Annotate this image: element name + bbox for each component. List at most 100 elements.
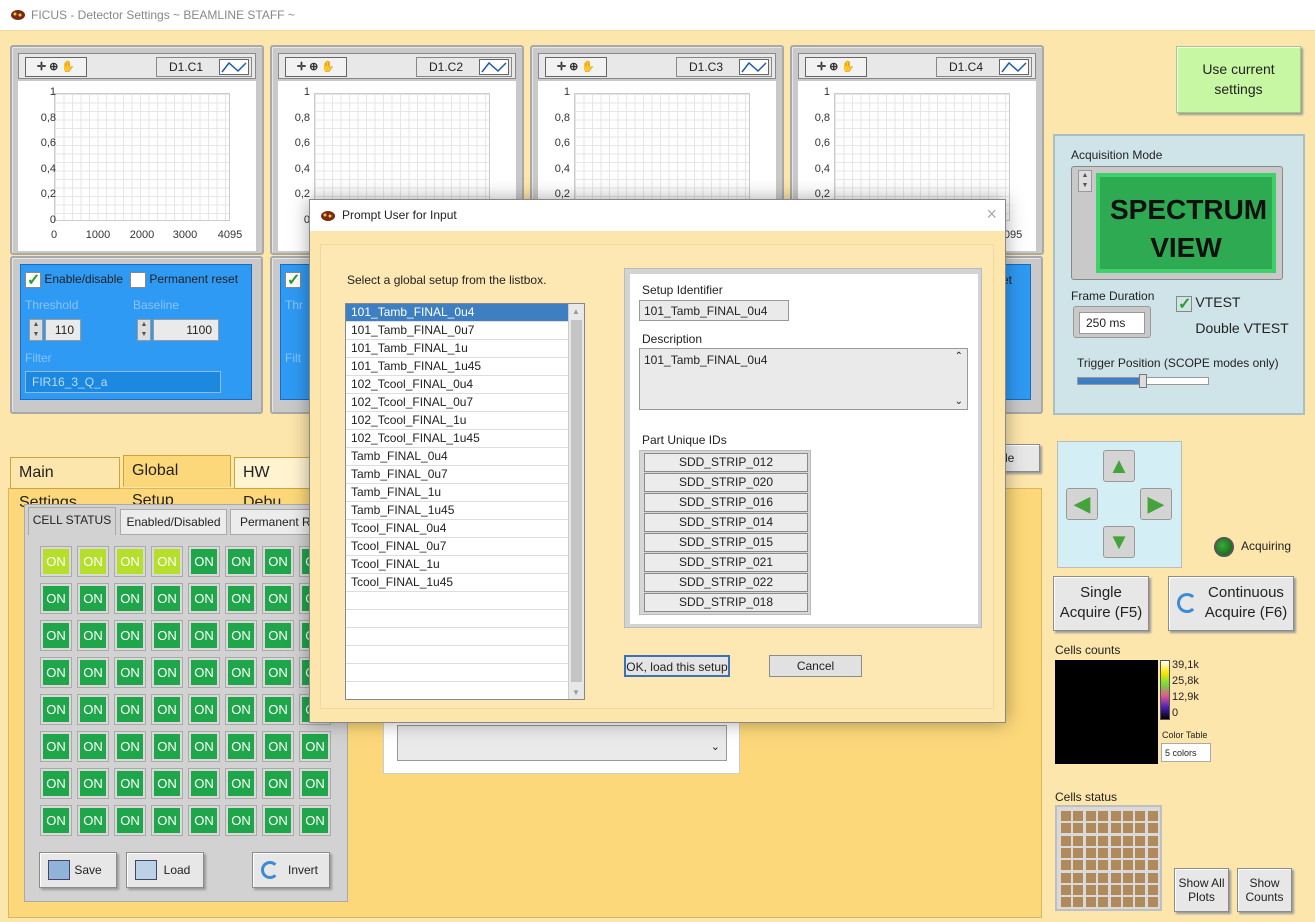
arrow-left-icon[interactable]: ◀: [1066, 488, 1098, 520]
listbox-scrollbar[interactable]: ▲ ▼: [568, 304, 584, 699]
cell-toggle[interactable]: ON: [262, 805, 294, 836]
cell-toggle[interactable]: ON: [77, 805, 109, 836]
setup-listbox[interactable]: 101_Tamb_FINAL_0u4 101_Tamb_FINAL_0u7 101_…: [345, 303, 585, 700]
tab-hw-debug[interactable]: HW Debu: [234, 457, 314, 511]
scroll-up-icon[interactable]: ▲: [572, 307, 580, 316]
close-icon[interactable]: ×: [986, 204, 997, 225]
cell-toggle[interactable]: ON: [225, 657, 257, 688]
cell-toggle[interactable]: ON: [262, 731, 294, 762]
cell-toggle[interactable]: ON: [114, 583, 146, 614]
threshold-field[interactable]: 110: [45, 319, 81, 341]
baseline-field[interactable]: 1100: [153, 319, 219, 341]
cell-toggle[interactable]: ON: [262, 546, 294, 577]
cell-toggle[interactable]: ON: [225, 694, 257, 725]
cell-toggle[interactable]: ON: [114, 546, 146, 577]
setup-list-item[interactable]: 101_Tamb_FINAL_0u4: [346, 304, 568, 322]
load-button[interactable]: Load: [126, 852, 204, 888]
setup-list-item[interactable]: 102_Tcool_FINAL_0u7: [346, 394, 568, 412]
setup-list-item[interactable]: 102_Tcool_FINAL_0u4: [346, 376, 568, 394]
cell-toggle[interactable]: ON: [77, 768, 109, 799]
tab-main-settings[interactable]: Main Settings: [10, 457, 120, 511]
cell-toggle[interactable]: ON: [262, 620, 294, 651]
cell-toggle[interactable]: ON: [262, 694, 294, 725]
setup-list-item[interactable]: 101_Tamb_FINAL_1u: [346, 340, 568, 358]
cell-toggle[interactable]: ON: [40, 546, 72, 577]
color-table-field[interactable]: 5 colors: [1161, 743, 1211, 762]
plot-name-box[interactable]: D1.C4: [936, 57, 1032, 77]
cell-toggle[interactable]: ON: [77, 546, 109, 577]
cell-toggle[interactable]: ON: [151, 583, 183, 614]
cell-toggle[interactable]: ON: [77, 694, 109, 725]
tab-global-setup[interactable]: Global Setup: [123, 455, 231, 509]
save-button[interactable]: Save: [39, 852, 117, 888]
cancel-button[interactable]: Cancel: [769, 655, 862, 677]
cell-toggle[interactable]: ON: [225, 620, 257, 651]
cell-toggle[interactable]: ON: [225, 768, 257, 799]
double-vtest-checkbox[interactable]: Double VTEST: [1176, 320, 1289, 338]
continuous-acquire-button[interactable]: Continuous Acquire (F6): [1168, 576, 1294, 631]
setup-list-item[interactable]: Tcool_FINAL_0u7: [346, 538, 568, 556]
cell-toggle[interactable]: ON: [114, 731, 146, 762]
cell-toggle[interactable]: ON: [188, 768, 220, 799]
cell-toggle[interactable]: ON: [40, 805, 72, 836]
chevron-down-icon[interactable]: ⌄: [711, 740, 720, 753]
enable-check-icon-2[interactable]: [285, 270, 301, 290]
ok-load-setup-button[interactable]: OK, load this setup: [624, 655, 730, 677]
cell-toggle[interactable]: ON: [77, 620, 109, 651]
cell-toggle[interactable]: ON: [114, 694, 146, 725]
filter-field[interactable]: FIR16_3_Q_a: [25, 371, 221, 393]
cell-toggle[interactable]: ON: [188, 805, 220, 836]
cell-toggle[interactable]: ON: [114, 657, 146, 688]
cell-toggle[interactable]: ON: [225, 583, 257, 614]
cell-toggle[interactable]: ON: [188, 694, 220, 725]
cell-toggle[interactable]: ON: [77, 583, 109, 614]
chevron-up-icon[interactable]: ⌃: [955, 351, 963, 362]
cell-toggle[interactable]: ON: [40, 657, 72, 688]
cell-toggle[interactable]: ON: [188, 546, 220, 577]
cell-toggle[interactable]: ON: [225, 546, 257, 577]
setup-list-item[interactable]: Tcool_FINAL_1u: [346, 556, 568, 574]
cell-toggle[interactable]: ON: [262, 583, 294, 614]
cell-toggle[interactable]: ON: [188, 583, 220, 614]
threshold-spinner[interactable]: ▲ ▼: [29, 319, 43, 341]
setup-list-item[interactable]: Tamb_FINAL_1u45: [346, 502, 568, 520]
permanent-reset-check-icon[interactable]: [130, 272, 146, 288]
vtest-check-icon[interactable]: [1176, 294, 1192, 314]
cell-toggle[interactable]: ON: [114, 805, 146, 836]
plot-name-box[interactable]: D1.C3: [676, 57, 772, 77]
plot-name-box[interactable]: D1.C1: [156, 57, 252, 77]
cell-toggle[interactable]: ON: [225, 805, 257, 836]
plot-tools-icon[interactable]: ✛ ⊕ ✋: [545, 57, 607, 77]
scroll-thumb[interactable]: [571, 320, 582, 682]
enable-check-icon[interactable]: [25, 270, 41, 290]
cell-toggle[interactable]: ON: [262, 768, 294, 799]
cell-toggle[interactable]: ON: [40, 620, 72, 651]
cell-toggle[interactable]: ON: [151, 546, 183, 577]
cell-toggle[interactable]: ON: [114, 620, 146, 651]
setup-identifier-field[interactable]: 101_Tamb_FINAL_0u4: [639, 300, 789, 321]
scroll-down-icon[interactable]: ▼: [572, 688, 580, 697]
setup-list-item[interactable]: Tcool_FINAL_1u45: [346, 574, 568, 592]
setup-list-item[interactable]: 101_Tamb_FINAL_0u7: [346, 322, 568, 340]
trigger-slider[interactable]: [1077, 374, 1209, 388]
plot-tools-icon[interactable]: ✛ ⊕ ✋: [285, 57, 347, 77]
single-acquire-button[interactable]: Single Acquire (F5): [1053, 576, 1149, 631]
setup-list-item[interactable]: Tamb_FINAL_1u: [346, 484, 568, 502]
cell-toggle[interactable]: ON: [188, 731, 220, 762]
use-current-settings-button[interactable]: Use current settings: [1176, 46, 1301, 113]
cell-toggle[interactable]: ON: [77, 731, 109, 762]
permanent-reset-checkbox[interactable]: Permanent reset: [130, 272, 238, 288]
acq-mode-selector[interactable]: ▲ ▼ SPECTRUM VIEW: [1071, 166, 1283, 280]
plot-name-box[interactable]: D1.C2: [416, 57, 512, 77]
setup-list-item[interactable]: Tamb_FINAL_0u4: [346, 448, 568, 466]
setup-list-item[interactable]: 101_Tamb_FINAL_1u45: [346, 358, 568, 376]
subtab-cell-status[interactable]: CELL STATUS: [28, 507, 116, 535]
cell-toggle[interactable]: ON: [151, 768, 183, 799]
cell-toggle[interactable]: ON: [151, 657, 183, 688]
arrow-down-icon[interactable]: ▼: [1103, 526, 1135, 558]
cell-toggle[interactable]: ON: [77, 657, 109, 688]
cell-toggle[interactable]: ON: [188, 620, 220, 651]
setup-list-item[interactable]: 102_Tcool_FINAL_1u45: [346, 430, 568, 448]
cell-toggle[interactable]: ON: [299, 731, 331, 762]
vtest-checkbox[interactable]: VTEST: [1176, 294, 1240, 314]
